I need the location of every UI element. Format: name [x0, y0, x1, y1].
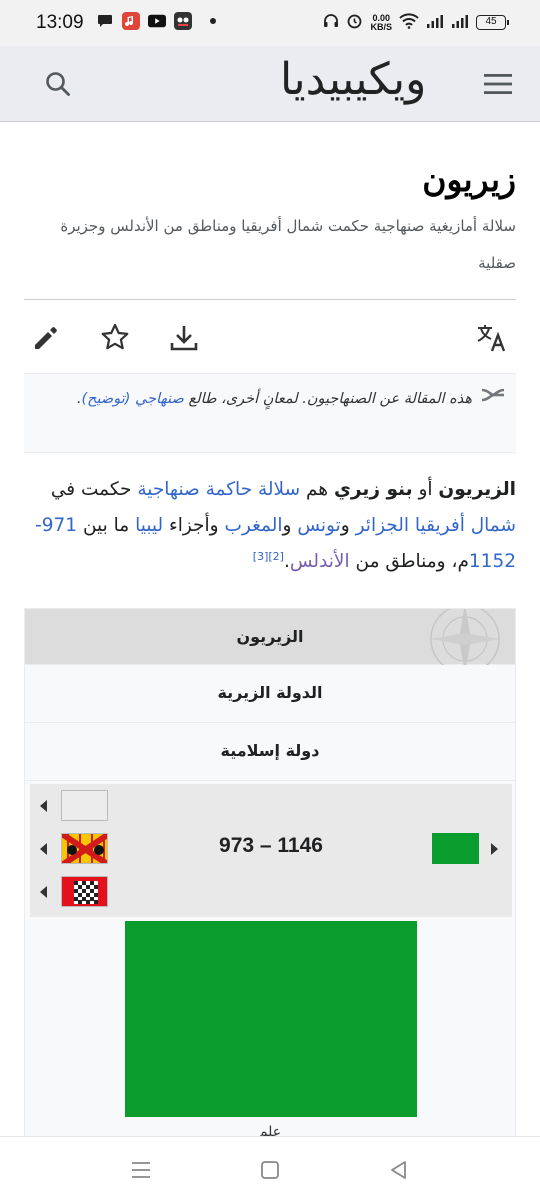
chat-bubble-icon — [96, 12, 114, 30]
battery-indicator: 45 — [476, 15, 509, 30]
pencil-icon — [35, 327, 57, 349]
reference-2[interactable]: [2] — [268, 550, 284, 563]
system-navigation-bar — [0, 1136, 540, 1200]
signal-icon-1 — [426, 13, 444, 32]
link-algeria[interactable]: الجزائر — [356, 515, 409, 536]
infobox: الزيريون الدولة الزيرية دولة إسلامية 973… — [24, 608, 516, 1148]
game-app-icon — [174, 12, 192, 30]
link-morocco[interactable]: المغرب — [224, 515, 282, 536]
text-6: و — [282, 515, 298, 536]
divider — [24, 299, 516, 300]
text-8: ما بين — [77, 515, 136, 536]
predecessor-flag-3[interactable] — [61, 876, 108, 907]
reference-3[interactable]: [3] — [253, 550, 269, 563]
network-speed-unit: KB/S — [370, 21, 392, 32]
wiki-header: ويكيبيديا — [0, 46, 540, 122]
more-notifications-dot — [210, 18, 216, 24]
infobox-row-state-type: دولة إسلامية — [25, 723, 515, 781]
recents-button[interactable] — [126, 1155, 156, 1185]
system-icons: 0.00 KB/S 45 — [323, 12, 509, 33]
back-button[interactable] — [384, 1155, 414, 1185]
predecessor-arrow-1[interactable] — [40, 800, 47, 812]
notification-icons — [96, 12, 216, 30]
status-time: 13:09 — [36, 12, 84, 33]
search-icon — [46, 72, 70, 96]
bold-term-2: بنو زيري — [333, 479, 413, 500]
language-icon — [477, 325, 506, 352]
infobox-succession: 973 – 1146 — [30, 784, 512, 917]
link-dynasty[interactable]: سلالة حاكمة صنهاجية — [137, 479, 300, 500]
hatnote: هذه المقالة عن الصنهاجيون. لمعانٍ أخرى، … — [24, 373, 516, 453]
infobox-title: الزيريون — [236, 627, 304, 646]
infobox-native-name: الدولة الزيرية — [217, 683, 323, 702]
link-north-africa[interactable]: شمال أفريقيا — [415, 515, 516, 536]
infobox-header: الزيريون — [25, 609, 515, 665]
recents-icon — [132, 1162, 150, 1178]
page-description: سلالة أمازيغية صنهاجية حكمت شمال أفريقيا… — [60, 217, 516, 272]
text-1: أو — [412, 479, 439, 500]
watch-button[interactable] — [95, 318, 135, 358]
hatnote-text: هذه المقالة عن الصنهاجيون. لمعانٍ أخرى، … — [42, 384, 472, 414]
status-bar: 13:09 0.00 KB/S 45 — [0, 0, 540, 46]
intro-paragraph: الزيريون أو بنو زيري هم سلالة حاكمة صنها… — [22, 472, 516, 580]
search-button[interactable] — [38, 64, 78, 104]
checkered-flag-icon — [62, 877, 107, 906]
bold-term-1: الزيريون — [438, 479, 516, 500]
predecessor-flag-1[interactable] — [61, 790, 108, 821]
successor-flag[interactable] — [432, 833, 479, 864]
text-9: م، ومناطق من — [349, 551, 469, 572]
text-7: وأجزاء — [163, 515, 225, 536]
language-button[interactable] — [473, 318, 513, 358]
headphones-icon — [323, 13, 339, 33]
main-menu-button[interactable] — [478, 66, 518, 102]
alarm-icon — [346, 12, 363, 33]
hatnote-link[interactable]: صنهاجي (توضيح) — [82, 391, 184, 407]
text-5: و — [340, 515, 356, 536]
back-icon — [391, 1161, 406, 1179]
hamburger-menu-icon — [484, 74, 512, 94]
signal-icon-2 — [451, 13, 469, 32]
download-icon — [170, 326, 198, 351]
home-icon — [261, 1161, 279, 1179]
infobox-state-type: دولة إسلامية — [220, 741, 320, 760]
main-flag-image[interactable] — [125, 921, 417, 1117]
link-tunisia[interactable]: تونس — [297, 515, 340, 536]
text-2: هم — [300, 479, 334, 500]
download-button[interactable] — [164, 318, 204, 358]
predecessor-arrow-3[interactable] — [40, 886, 47, 898]
successor-arrow[interactable] — [491, 843, 498, 855]
wikipedia-logo[interactable]: ويكيبيديا — [280, 54, 426, 105]
music-app-icon — [122, 12, 140, 30]
youtube-icon — [148, 12, 166, 30]
disambiguation-icon — [480, 384, 506, 410]
star-icon — [101, 323, 129, 350]
edit-button[interactable] — [26, 318, 66, 358]
link-libya[interactable]: ليبيا — [135, 515, 163, 536]
network-speed: 0.00 KB/S — [370, 13, 392, 32]
home-button[interactable] — [255, 1155, 285, 1185]
page-title: زيريون — [422, 160, 516, 199]
wifi-icon — [399, 12, 419, 33]
infobox-row-native-name: الدولة الزيرية — [25, 665, 515, 723]
hatnote-text-before: هذه المقالة عن الصنهاجيون. لمعانٍ أخرى، … — [183, 391, 472, 407]
link-andalusia[interactable]: الأندلس — [290, 551, 350, 572]
text-3: حكمت في — [50, 479, 138, 500]
